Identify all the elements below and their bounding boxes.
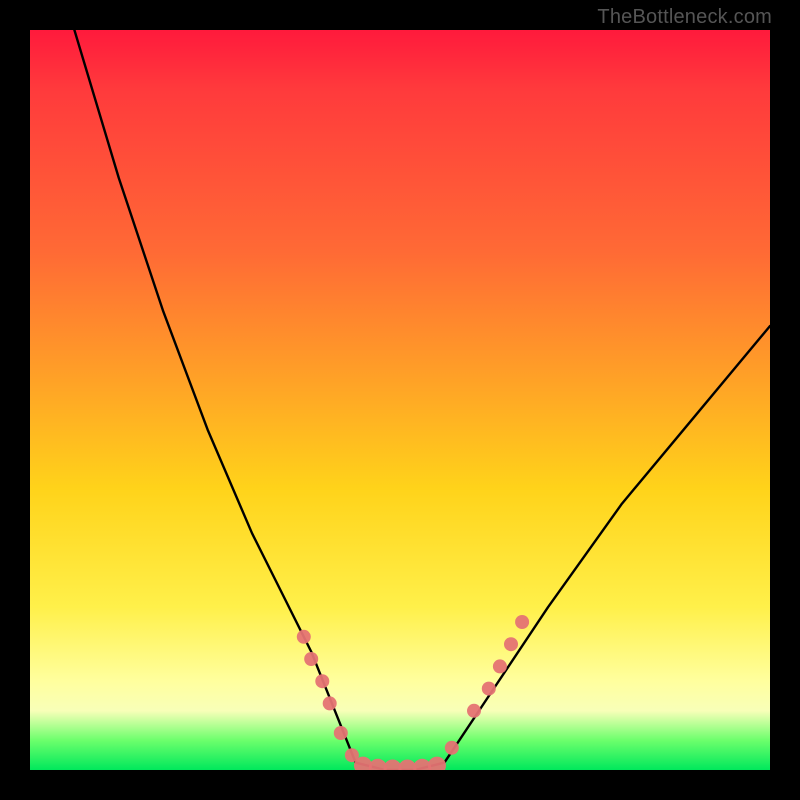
marker-dot <box>428 757 446 770</box>
marker-dot <box>515 615 529 629</box>
chart-frame: TheBottleneck.com <box>0 0 800 800</box>
bottleneck-curve-path <box>74 30 770 770</box>
marker-dot <box>482 682 496 696</box>
marker-dot <box>445 741 459 755</box>
marker-dot <box>467 704 481 718</box>
marker-dot <box>504 637 518 651</box>
markers-right-arm <box>445 615 529 755</box>
plot-area <box>30 30 770 770</box>
bottleneck-curve-svg <box>30 30 770 770</box>
marker-dot <box>297 630 311 644</box>
marker-dot <box>315 674 329 688</box>
watermark-text: TheBottleneck.com <box>597 6 772 29</box>
marker-dot <box>304 652 318 666</box>
markers-flat-min <box>354 757 446 770</box>
marker-dot <box>334 726 348 740</box>
marker-dot <box>323 696 337 710</box>
marker-dot <box>493 659 507 673</box>
